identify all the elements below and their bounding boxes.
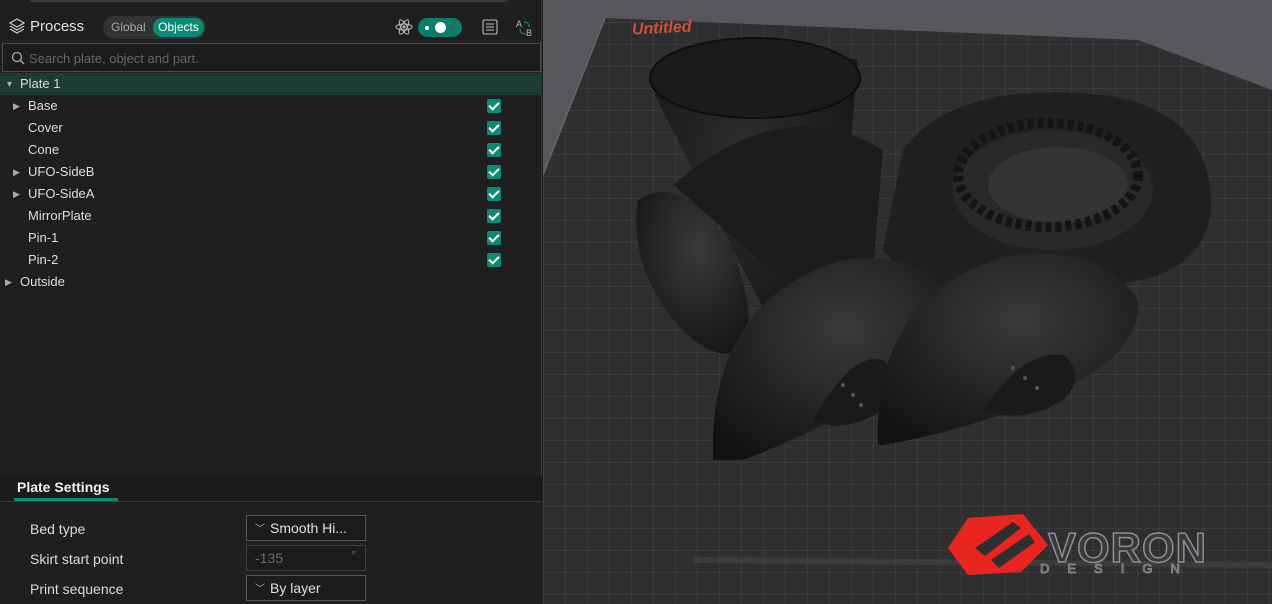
expand-arrow-icon[interactable]: ▶ — [13, 161, 23, 183]
object-label: Cone — [28, 142, 60, 157]
object-visible-checkbox[interactable] — [487, 99, 501, 113]
tab-plate-settings[interactable]: Plate Settings — [17, 479, 110, 495]
bed-type-label: Bed type — [30, 521, 86, 537]
object-label: Base — [28, 98, 58, 113]
tree-label-plate: Plate 1 — [20, 76, 61, 91]
svg-text:A: A — [516, 19, 522, 29]
left-sidebar: Process Global Objects A B Search plate,… — [0, 0, 542, 604]
expand-arrow-icon[interactable]: ▶ — [13, 95, 23, 117]
expand-arrow-icon[interactable]: ▶ — [13, 183, 23, 205]
search-icon — [11, 51, 25, 65]
skirt-start-input[interactable]: -135 ° — [246, 545, 366, 571]
skirt-start-value: -135 — [255, 550, 284, 566]
bed-type-row: Bed type ﹀ Smooth Hi... — [0, 515, 542, 543]
object-visible-checkbox[interactable] — [487, 231, 501, 245]
tree-row-object[interactable]: Cone — [0, 139, 542, 161]
object-label: UFO-SideB — [28, 164, 95, 179]
tree-row-object[interactable]: Pin-1 — [0, 227, 542, 249]
tree-row-object[interactable]: ▶ UFO-SideB — [0, 161, 542, 183]
layers-icon — [9, 18, 25, 34]
object-label: Pin-2 — [28, 252, 59, 267]
object-visible-checkbox[interactable] — [487, 165, 501, 179]
object-search[interactable] — [2, 43, 541, 72]
chevron-down-icon: ﹀ — [255, 584, 265, 595]
svg-text:B: B — [526, 28, 532, 38]
print-sequence-value: By layer — [270, 580, 321, 596]
3d-viewport[interactable]: Untitled VORON DESIGN — [543, 0, 1272, 604]
object-label: Pin-1 — [28, 230, 59, 245]
collapse-arrow-icon[interactable]: ▼ — [5, 73, 15, 95]
object-visible-checkbox[interactable] — [487, 253, 501, 267]
skirt-start-label: Skirt start point — [30, 551, 124, 567]
object-label: UFO-SideA — [28, 186, 95, 201]
print-sequence-select[interactable]: ﹀ By layer — [246, 575, 366, 601]
bed-type-select[interactable]: ﹀ Smooth Hi... — [246, 515, 366, 541]
toggle-off-dot — [451, 26, 455, 30]
list-settings-icon[interactable] — [482, 19, 498, 35]
plate-settings-panel: Plate Settings Bed type ﹀ Smooth Hi... S… — [0, 476, 542, 604]
expand-arrow-icon[interactable]: ▶ — [5, 271, 15, 293]
tree-row-object[interactable]: ▶ Base — [0, 95, 542, 117]
object-visible-checkbox[interactable] — [487, 187, 501, 201]
global-objects-switch[interactable]: Global Objects — [103, 16, 206, 39]
tree-row-outside[interactable]: ▶ Outside — [0, 271, 542, 293]
tree-row-object[interactable]: ▶ UFO-SideA — [0, 183, 542, 205]
chevron-down-icon: ﹀ — [255, 524, 265, 535]
tree-row-object[interactable]: Pin-2 — [0, 249, 542, 271]
advanced-toggle[interactable] — [418, 18, 462, 37]
plate-settings-tabbar: Plate Settings — [0, 476, 542, 502]
build-plate-scene — [543, 17, 1272, 604]
print-sequence-row: Print sequence ﹀ By layer — [0, 575, 542, 603]
toggle-knob — [435, 22, 446, 33]
plate-name-label: Untitled — [631, 18, 692, 39]
advanced-settings-icon — [395, 19, 413, 35]
object-visible-checkbox[interactable] — [487, 121, 501, 135]
tree-row-object[interactable]: MirrorPlate — [0, 205, 542, 227]
object-label: Cover — [28, 120, 63, 135]
voron-logo-subtext: DESIGN — [1040, 561, 1198, 577]
skirt-start-row: Skirt start point -135 ° — [0, 545, 542, 573]
mode-global-button[interactable]: Global — [111, 20, 146, 34]
tree-label-outside: Outside — [20, 274, 65, 289]
tree-row-plate[interactable]: ▼ Plate 1 — [0, 73, 542, 95]
search-input[interactable] — [29, 49, 529, 67]
toggle-on-dot — [425, 26, 429, 30]
compare-presets-icon[interactable]: A B — [515, 18, 535, 38]
process-title: Process — [30, 18, 85, 35]
bed-type-value: Smooth Hi... — [270, 520, 348, 536]
object-label: MirrorPlate — [28, 208, 92, 223]
mode-objects-button[interactable]: Objects — [153, 18, 204, 37]
process-header: Process Global Objects A B — [0, 12, 542, 42]
active-tab-indicator — [14, 498, 118, 501]
object-visible-checkbox[interactable] — [487, 143, 501, 157]
top-scrollbar-strip — [30, 0, 508, 2]
tree-row-object[interactable]: Cover — [0, 117, 542, 139]
degree-unit: ° — [351, 548, 356, 562]
object-visible-checkbox[interactable] — [487, 209, 501, 223]
print-sequence-label: Print sequence — [30, 581, 124, 597]
